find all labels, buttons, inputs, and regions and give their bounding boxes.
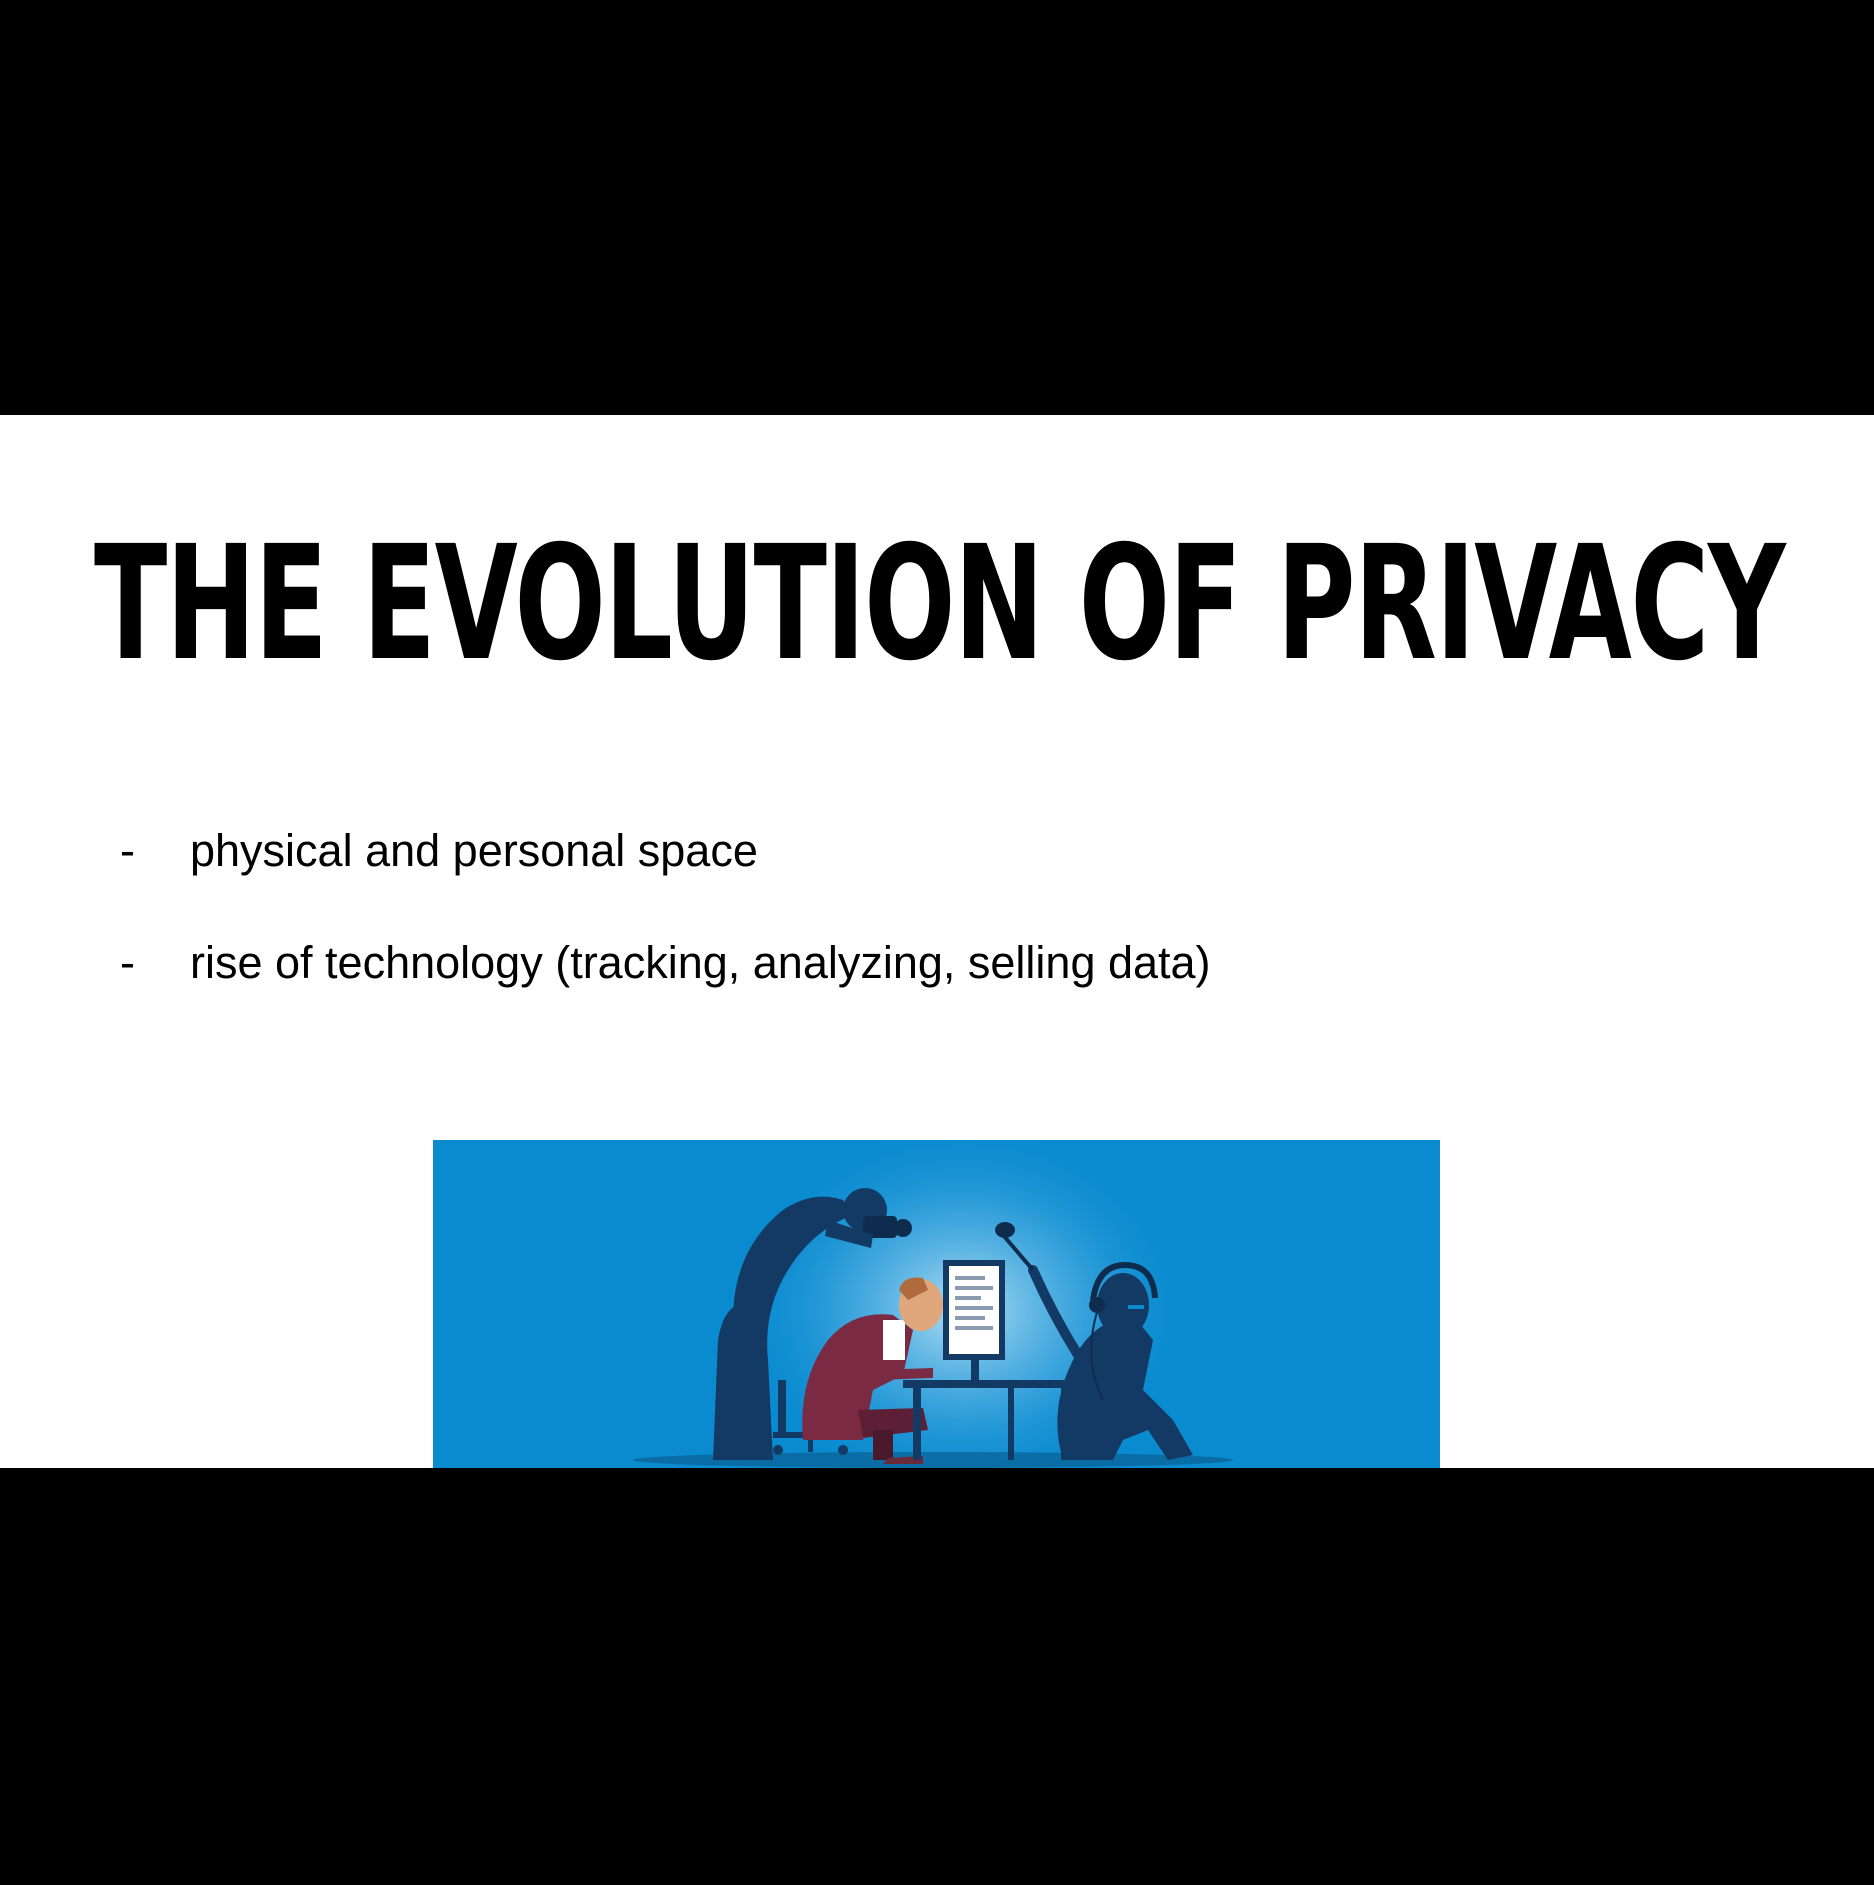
bullet-item: - physical and personal space bbox=[120, 825, 1211, 937]
bullet-marker: - bbox=[120, 937, 135, 988]
slide-title: The Evolution of Privacy bbox=[94, 512, 1786, 696]
letterbox-bottom bbox=[0, 1468, 1874, 1885]
surveillance-illustration bbox=[433, 1140, 1440, 1468]
bullet-text: physical and personal space bbox=[190, 825, 758, 876]
bullet-marker: - bbox=[120, 825, 135, 876]
surveillance-illustration-svg bbox=[633, 1140, 1233, 1468]
letterbox-top bbox=[0, 0, 1874, 415]
bullet-item: - rise of technology (tracking, analyzin… bbox=[120, 937, 1211, 1049]
bullet-list: - physical and personal space - rise of … bbox=[120, 825, 1211, 1049]
slide: The Evolution of Privacy - physical and … bbox=[0, 415, 1874, 1468]
bullet-text: rise of technology (tracking, analyzing,… bbox=[190, 937, 1211, 988]
